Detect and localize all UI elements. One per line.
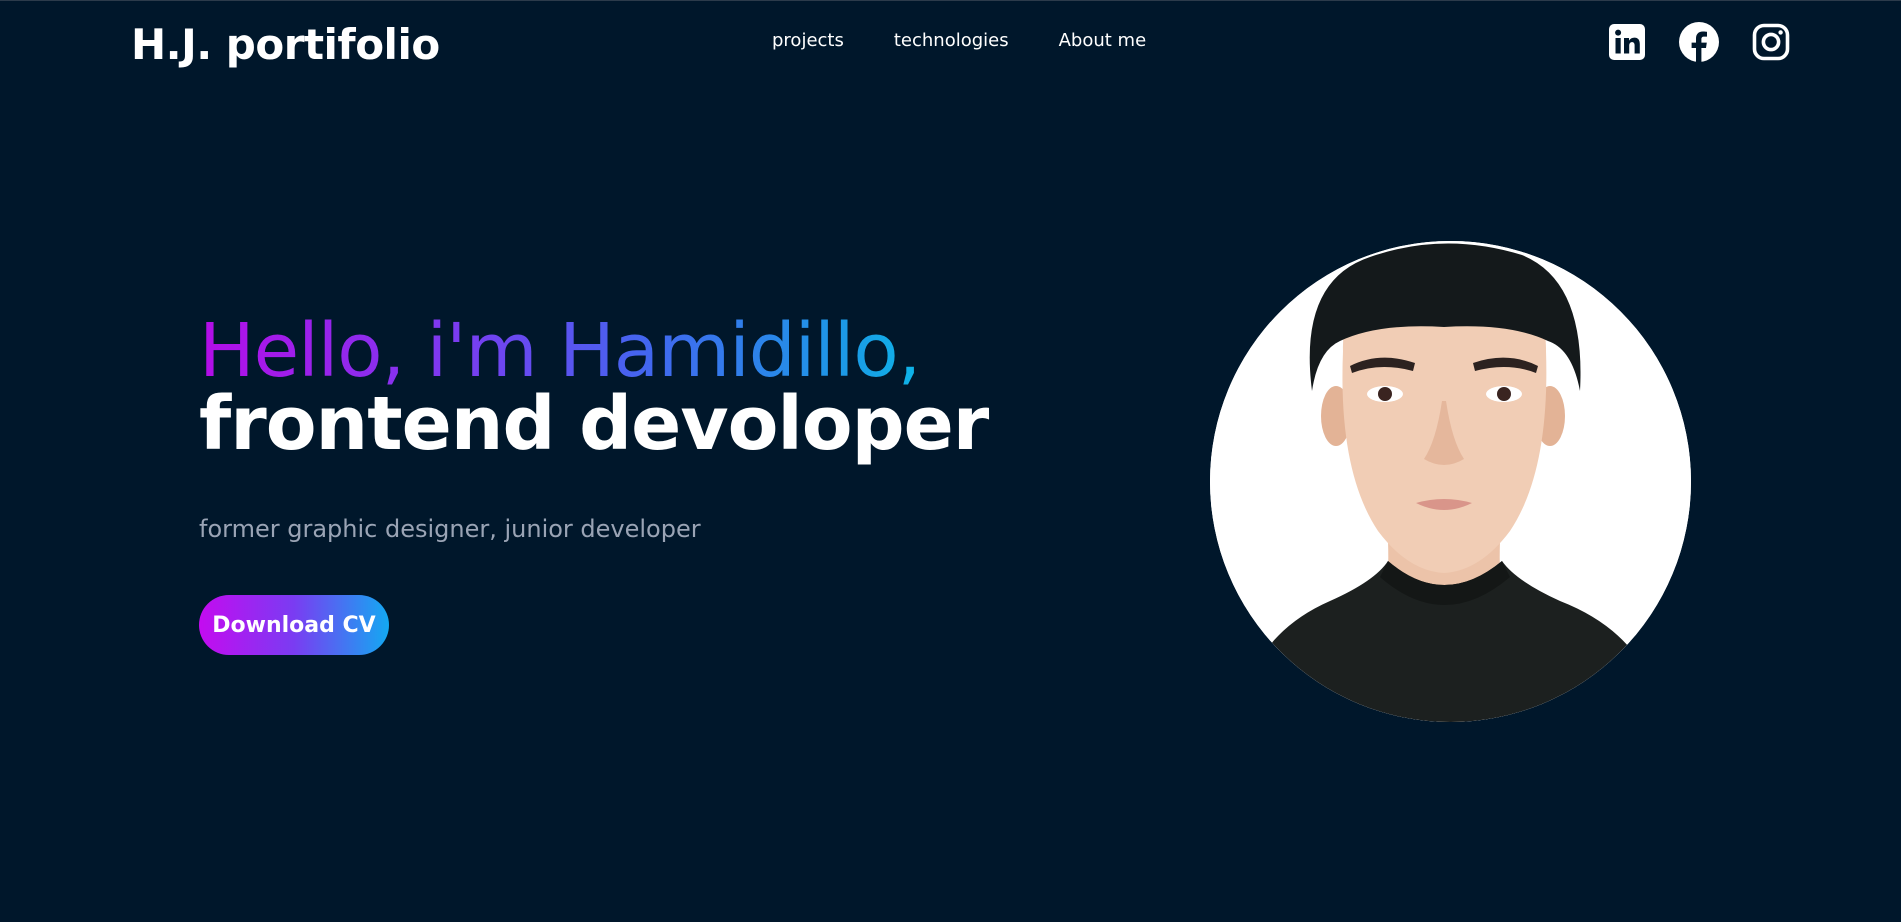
profile-photo — [1210, 241, 1691, 722]
instagram-link[interactable] — [1750, 21, 1792, 63]
nav-projects-link[interactable]: projects — [772, 29, 844, 53]
download-cv-label: Download CV — [212, 612, 376, 638]
hero-subtitle: former graphic designer, junior develope… — [199, 515, 701, 543]
facebook-link[interactable] — [1678, 21, 1720, 63]
site-logo[interactable]: H.J. portifolio — [131, 17, 440, 73]
instagram-icon — [1752, 23, 1790, 61]
hero-role: frontend devoloper — [199, 381, 989, 467]
facebook-icon — [1679, 22, 1719, 62]
portrait-illustration — [1210, 241, 1691, 722]
hero-greeting: Hello, i'm Hamidillo, — [199, 308, 921, 394]
nav-about-link[interactable]: About me — [1059, 29, 1147, 53]
linkedin-icon — [1609, 24, 1645, 60]
nav-technologies-link[interactable]: technologies — [894, 29, 1009, 53]
main-nav: projects technologies About me — [772, 29, 1146, 53]
social-links — [1606, 21, 1792, 63]
page: H.J. portifolio projects technologies Ab… — [0, 0, 1901, 922]
linkedin-link[interactable] — [1606, 21, 1648, 63]
download-cv-button[interactable]: Download CV — [199, 595, 389, 655]
